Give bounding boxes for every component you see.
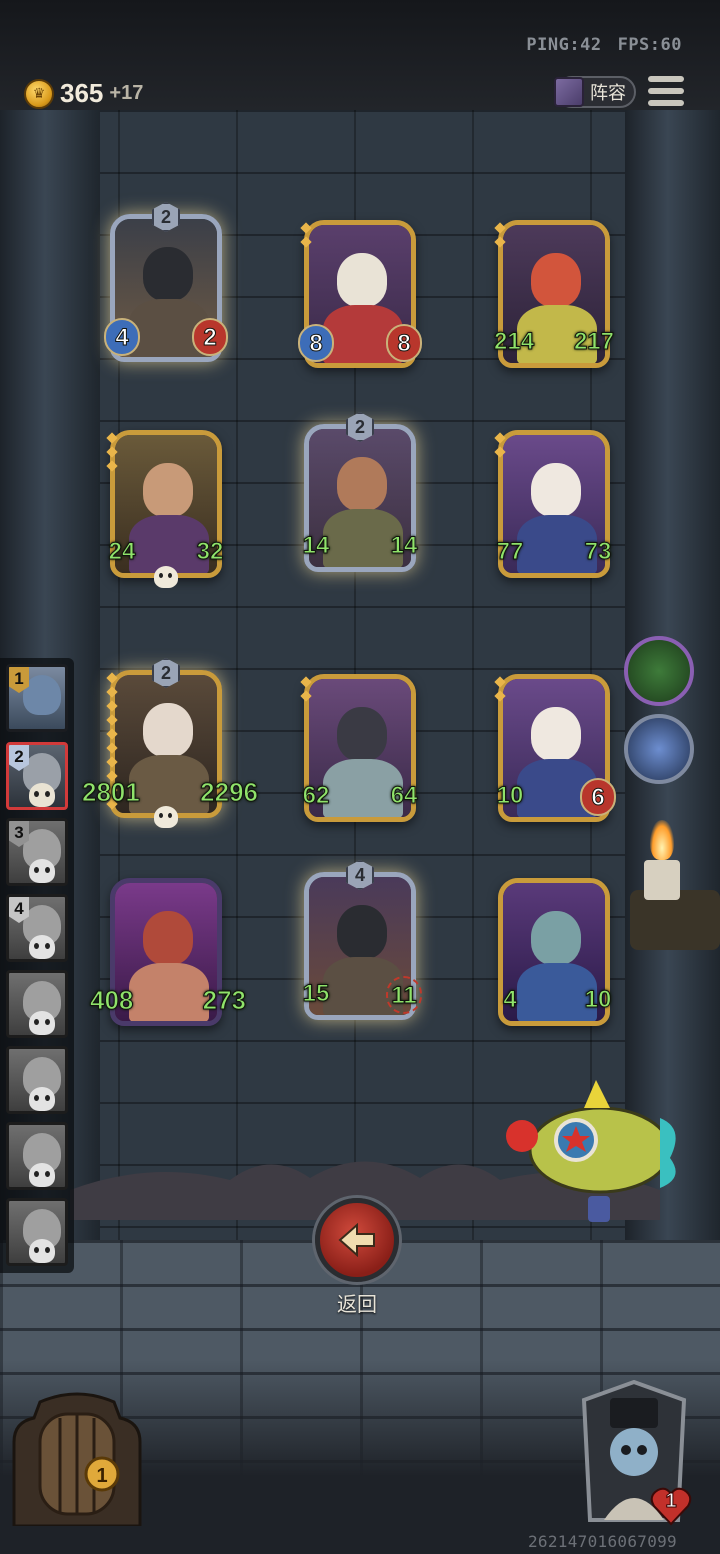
minion-card[interactable]: 4 10 — [494, 868, 614, 1030]
minion-card[interactable]: 408 273 — [89, 868, 247, 1030]
gold-income: +17 — [109, 82, 144, 104]
lineup-label: 阵容 — [590, 83, 626, 104]
ping-readout: PING:42 — [526, 35, 602, 55]
arrow-left-icon — [338, 1223, 375, 1257]
attack-stat: 77 — [496, 538, 524, 566]
game-id: 2621470160670​99 — [528, 1532, 677, 1551]
helmet-shape — [143, 247, 193, 301]
skull-icon — [29, 1087, 55, 1111]
health-stat: 273 — [202, 985, 246, 1016]
dragon-head-shape — [143, 911, 193, 965]
minion-card[interactable]: 214 217 — [493, 210, 615, 372]
trinket-water-icon[interactable] — [624, 714, 694, 784]
player-seat-3[interactable]: 3 — [6, 818, 68, 886]
golden-pips — [300, 676, 312, 702]
menu-bar-icon — [648, 100, 684, 106]
player-seat-4[interactable]: 4 — [6, 894, 68, 962]
book-icon — [554, 77, 584, 107]
minion-card[interactable]: 2 2801 2296 — [82, 658, 258, 828]
player-seat-6[interactable] — [6, 1046, 68, 1114]
health-stat: 2 — [192, 318, 228, 356]
minion-card[interactable]: 8 8 — [298, 210, 422, 372]
minion-card[interactable]: 10 6 — [494, 664, 616, 826]
lineup-button[interactable]: 阵容 — [554, 76, 636, 108]
helmet-shape — [337, 905, 387, 959]
dragon-body-shape — [129, 963, 209, 1021]
network-stats: PING:42 FPS:60 — [526, 35, 682, 55]
skull-icon — [154, 566, 178, 588]
scientist-face-shape — [143, 703, 193, 757]
health-stat: 14 — [390, 532, 418, 560]
clown-blimp-icon[interactable] — [500, 1078, 690, 1228]
jester-face-shape — [337, 253, 387, 307]
player-seat-5[interactable] — [6, 970, 68, 1038]
return-label: 返回 — [337, 1292, 377, 1316]
sorceress-face-shape — [531, 911, 581, 965]
return-button[interactable] — [315, 1198, 399, 1282]
bat-demon-head-shape — [337, 707, 387, 761]
gold-counter: ♛ 365 +17 — [24, 78, 143, 109]
golden-pips — [106, 432, 118, 472]
menu-bar-icon — [648, 88, 684, 94]
minion-card[interactable]: 62 64 — [300, 664, 420, 826]
attack-stat: 214 — [493, 328, 535, 356]
health-stat: 73 — [584, 538, 612, 566]
skull-icon — [29, 1163, 55, 1187]
attack-stat: 408 — [89, 985, 134, 1016]
health-stat: 11 — [386, 976, 422, 1014]
health-stat: 6 — [580, 778, 616, 816]
candle — [644, 860, 680, 900]
attack-stat: 10 — [496, 782, 524, 810]
crown-coin-icon: ♛ — [24, 78, 54, 109]
attack-stat: 4 — [104, 318, 140, 356]
player-seat-8[interactable] — [6, 1198, 68, 1266]
golden-pips — [494, 222, 506, 248]
attack-stat: 8 — [298, 324, 334, 362]
player-seat-7[interactable] — [6, 1122, 68, 1190]
attack-stat: 4 — [503, 986, 517, 1014]
minion-card[interactable]: 77 73 — [494, 420, 614, 582]
health-stat: 64 — [390, 782, 418, 810]
skull-icon — [154, 806, 178, 828]
captain-face-shape — [143, 463, 193, 517]
clown-face-shape — [531, 707, 581, 761]
skull-icon — [29, 783, 55, 807]
gold-amount: 365 — [60, 78, 104, 108]
skull-icon — [29, 1011, 55, 1035]
golden-pips — [494, 432, 506, 458]
minion-card[interactable]: 2 14 14 — [300, 412, 420, 576]
fps-readout: FPS:60 — [617, 35, 682, 55]
skull-icon — [29, 859, 55, 883]
player-seat-1[interactable]: 1 — [6, 664, 68, 732]
clown-face-shape — [531, 463, 581, 517]
minion-card[interactable]: 4 15 11 — [300, 860, 422, 1024]
trinket-goblin-icon[interactable] — [624, 636, 694, 706]
minion-card[interactable]: 2 4 2 — [104, 202, 228, 366]
imp-face-shape — [531, 253, 581, 307]
attack-stat: 2801 — [82, 777, 141, 808]
skull-icon — [29, 935, 55, 959]
player-list: 1 2 3 4 — [0, 658, 74, 1273]
hero-health-value: 1 — [665, 1490, 677, 1513]
tavern-door-icon[interactable]: 1 — [10, 1392, 144, 1526]
menu-bar-icon — [648, 76, 684, 82]
shop-tier-text: 1 — [96, 1465, 107, 1487]
minion-card[interactable]: 24 32 — [106, 420, 226, 588]
golden-pips — [494, 676, 506, 702]
attack-stat: 24 — [108, 538, 136, 566]
golden-pips — [300, 222, 312, 248]
attack-stat: 15 — [302, 980, 330, 1008]
health-stat: 2296 — [200, 777, 259, 808]
health-stat: 10 — [584, 986, 612, 1014]
player-seat-2[interactable]: 2 — [6, 742, 68, 810]
brute-face-shape — [337, 457, 387, 511]
attack-stat: 14 — [302, 532, 330, 560]
health-stat: 32 — [196, 538, 224, 566]
skull-icon — [29, 1239, 55, 1263]
health-stat: 8 — [386, 324, 422, 362]
flame-icon — [650, 820, 674, 860]
attack-stat: 62 — [302, 782, 330, 810]
menu-button[interactable] — [648, 76, 684, 106]
health-stat: 217 — [573, 328, 614, 356]
